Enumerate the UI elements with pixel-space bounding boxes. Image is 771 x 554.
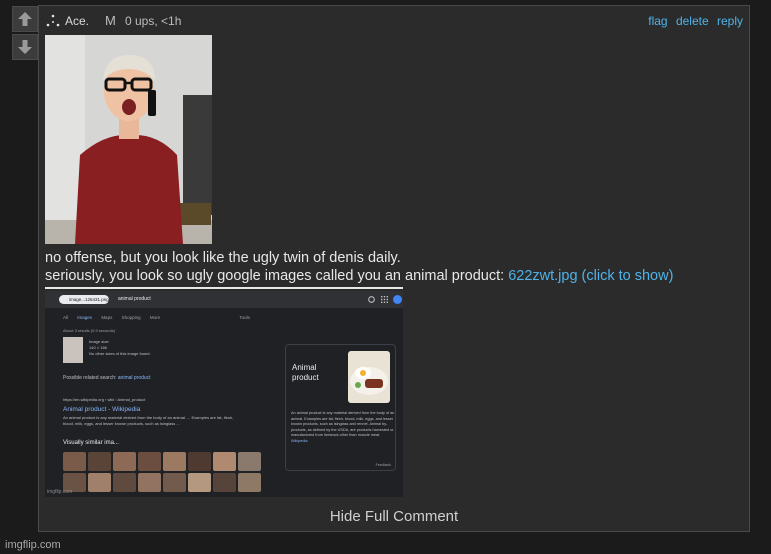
similar-face-image <box>63 452 86 471</box>
person-photo-illustration <box>45 35 212 244</box>
feedback-label: Feedback <box>375 463 391 467</box>
search-query: animal product <box>118 296 151 302</box>
search-tab: Maps <box>101 315 113 320</box>
comment-image[interactable] <box>45 35 212 244</box>
delete-link[interactable]: delete <box>676 14 709 28</box>
user-icon[interactable] <box>45 13 61 29</box>
reply-link[interactable]: reply <box>717 14 743 28</box>
comment-panel: Ace. M 0 ups, <1h flag delete reply no o… <box>38 5 750 532</box>
comment-text-line-1: no offense, but you look like the ugly t… <box>45 250 401 266</box>
downvote-button[interactable] <box>12 34 38 60</box>
inner-watermark: imgflip.com <box>47 489 73 495</box>
search-tab: Tools <box>239 315 250 320</box>
attached-screenshot[interactable]: image...126431.png animal product All Im… <box>45 291 403 497</box>
comment-text-line-2-text: seriously, you look so ugly google image… <box>45 268 505 284</box>
similar-face-image <box>88 452 111 471</box>
result-description: An animal product is any material derive… <box>63 415 234 426</box>
search-image-chip: image...126431.png <box>59 295 109 304</box>
similar-face-image <box>213 452 236 471</box>
similar-face-image <box>113 452 136 471</box>
similar-face-image <box>138 452 161 471</box>
search-tab: More <box>149 315 161 320</box>
arrow-down-icon <box>18 40 32 54</box>
arrow-up-icon <box>18 12 32 26</box>
food-plate-illustration <box>350 367 388 395</box>
attachment-link[interactable]: 622zwt.jpg (click to show) <box>508 268 673 284</box>
knowledge-panel-title: Animal product <box>292 363 319 382</box>
related-search: Possible related search: animal product <box>63 375 151 381</box>
similar-face-image <box>213 473 236 492</box>
knowledge-panel: Animal product An animal product is any … <box>285 344 396 471</box>
related-label: Possible related search: <box>63 375 117 381</box>
results-count: About 3 results (0.9 seconds) <box>63 328 116 333</box>
related-term: animal product <box>117 375 151 381</box>
similar-face-image <box>238 473 261 492</box>
hide-full-comment-button[interactable]: Hide Full Comment <box>39 508 749 525</box>
similar-images-heading: Visually similar ima... <box>63 440 119 446</box>
vote-column <box>12 6 38 62</box>
comment-text-line-2: seriously, you look so ugly google image… <box>45 268 673 284</box>
similar-face-image <box>88 473 111 492</box>
result-title: Animal product - Wikipedia <box>63 406 141 413</box>
search-tabs: All Images Maps Shopping More Tools <box>63 315 258 320</box>
knowledge-panel-description: An animal product is any material derive… <box>291 411 395 444</box>
mod-badge: M <box>105 13 116 28</box>
imgflip-watermark: imgflip.com <box>5 539 61 551</box>
similar-images-grid <box>63 452 261 492</box>
flag-link[interactable]: flag <box>648 14 667 28</box>
similar-face-image <box>138 473 161 492</box>
comment-meta: 0 ups, <1h <box>125 14 182 28</box>
knowledge-panel-source: Wikipedia <box>291 438 308 443</box>
settings-icon <box>368 296 375 303</box>
similar-face-image <box>188 473 211 492</box>
search-topbar: image...126431.png animal product <box>45 291 403 308</box>
knowledge-panel-text: An animal product is any material derive… <box>291 411 395 437</box>
comment-actions: flag delete reply <box>643 14 743 28</box>
result-url: https://en.wikipedia.org › wiki › Animal… <box>63 397 146 402</box>
similar-face-image <box>238 452 261 471</box>
similar-face-image <box>163 473 186 492</box>
similar-face-image <box>188 452 211 471</box>
account-avatar-icon <box>393 295 402 304</box>
search-tab: All <box>63 315 69 320</box>
search-tab: Shopping <box>121 315 141 320</box>
search-tab-active: Images <box>77 315 93 320</box>
upvote-button[interactable] <box>12 6 38 32</box>
similar-face-image <box>113 473 136 492</box>
knowledge-panel-image <box>348 351 390 403</box>
apps-icon <box>381 296 388 303</box>
similar-face-image <box>163 452 186 471</box>
image-info-line: No other sizes of this image found. <box>89 351 151 356</box>
username-link[interactable]: Ace. <box>65 14 89 28</box>
query-thumbnail <box>63 337 83 363</box>
comment-header: Ace. M 0 ups, <1h flag delete reply <box>45 12 743 30</box>
image-info: Image size: 140 × 166 No other sizes of … <box>89 339 151 357</box>
text-underline <box>45 287 403 289</box>
